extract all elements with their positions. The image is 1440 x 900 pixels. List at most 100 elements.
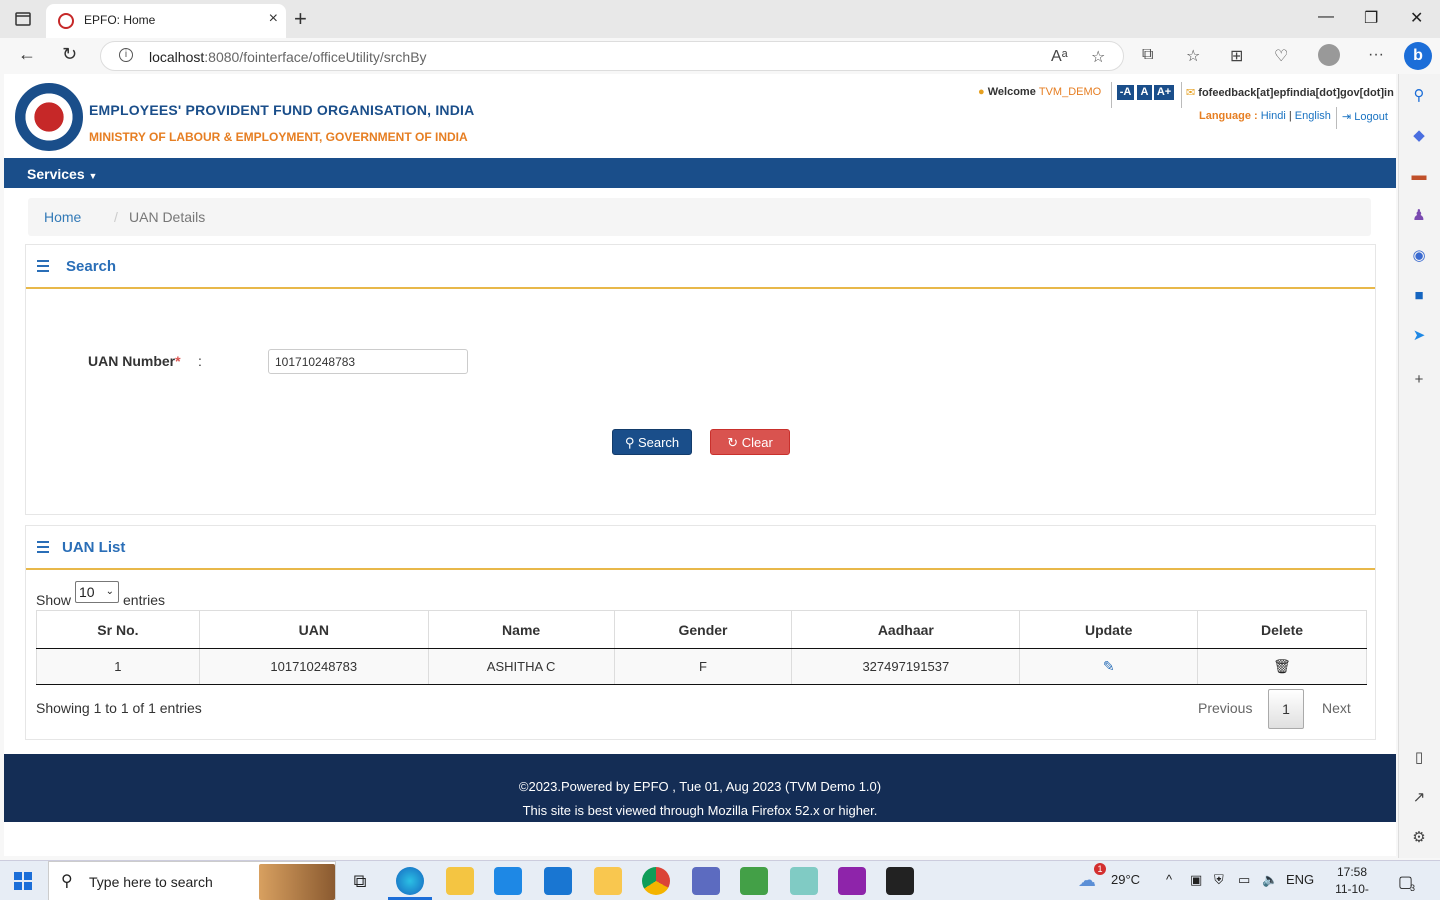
chrome-icon[interactable] [642, 867, 670, 895]
cell-delete: 🗑 [1197, 648, 1367, 685]
weather-cloud-icon[interactable]: ☁ [1078, 870, 1096, 891]
more-menu-icon[interactable]: ··· [1368, 46, 1384, 64]
hamburger-icon [37, 260, 49, 272]
refresh-icon[interactable]: ↻ [62, 44, 77, 65]
taskbar-clock[interactable]: 17:58 11-10-2023 [1322, 864, 1382, 900]
app-cube-icon[interactable] [692, 867, 720, 895]
tools-icon[interactable]: ▬ [1409, 166, 1429, 186]
pagination-next[interactable]: Next [1322, 700, 1351, 716]
settings-gear-icon[interactable]: ⚙ [1409, 828, 1429, 848]
sidebar-toggle-icon[interactable]: ▯ [1409, 748, 1429, 768]
favorite-star-icon[interactable]: ☆ [1091, 47, 1105, 67]
url-field[interactable]: i localhost:8080/fointerface/officeUtili… [100, 41, 1124, 71]
cell-update: ✎ [1019, 648, 1199, 685]
browser-essentials-icon[interactable]: ♡ [1274, 46, 1288, 66]
send-icon[interactable]: ➤ [1409, 326, 1429, 346]
lang-hindi-link[interactable]: Hindi [1261, 110, 1286, 122]
favorites-icon[interactable]: ☆ [1186, 46, 1200, 66]
col-gender[interactable]: Gender [613, 610, 793, 649]
taskbar-search[interactable]: ⚲ Type here to search [48, 861, 336, 900]
notes-app-icon[interactable] [790, 867, 818, 895]
cell-sr: 1 [36, 648, 200, 685]
browser-tab-active[interactable]: EPFO: Home × [46, 4, 286, 38]
windows-start-icon[interactable] [14, 872, 32, 890]
font-increase-button[interactable]: A+ [1154, 85, 1174, 100]
meet-icon[interactable]: ▣ [1190, 872, 1202, 888]
browser-tab-bar: EPFO: Home × + — ❐ ✕ [0, 0, 1440, 38]
services-menu[interactable]: Services ▼ [27, 166, 97, 182]
read-aloud-icon[interactable]: Aᵃ [1051, 48, 1068, 66]
col-aadhaar[interactable]: Aadhaar [791, 610, 1021, 649]
sticky-notes-icon[interactable] [594, 867, 622, 895]
winrar-icon[interactable] [838, 867, 866, 895]
breadcrumb-home-link[interactable]: Home [44, 209, 81, 225]
col-update: Update [1019, 610, 1199, 649]
logout-link[interactable]: ⇥ Logout [1342, 110, 1388, 123]
search-icon[interactable]: ⚲ [1409, 86, 1429, 106]
security-icon[interactable]: ⛨ [1214, 872, 1224, 888]
feedback-email[interactable]: ✉ fofeedback[at]epfindia[dot]gov[dot]in [1186, 86, 1394, 99]
outlook-icon[interactable]: ■ [1409, 286, 1429, 306]
lang-english-link[interactable]: English [1295, 110, 1331, 122]
pagination-page-1[interactable]: 1 [1268, 689, 1304, 729]
divider [1336, 107, 1337, 129]
profile-avatar-icon[interactable] [1318, 44, 1340, 66]
tab-title: EPFO: Home [84, 13, 156, 27]
clear-button[interactable]: ↻ Clear [710, 429, 790, 455]
tab-actions-icon[interactable] [14, 10, 32, 28]
language-indicator[interactable]: ENG [1286, 872, 1314, 887]
mail-icon[interactable] [544, 867, 572, 895]
site-info-icon[interactable]: i [119, 48, 133, 62]
trash-icon[interactable]: 🗑 [1273, 658, 1291, 674]
collections-icon[interactable]: ⊞ [1230, 46, 1243, 66]
search-highlight-image [259, 864, 335, 900]
network-icon[interactable]: ▭ [1238, 872, 1250, 888]
footer-copyright: ©2023.Powered by EPFO , Tue 01, Aug 2023… [518, 779, 882, 794]
pagination-previous[interactable]: Previous [1198, 700, 1252, 716]
search-panel-header: Search [26, 245, 1375, 289]
welcome-text: ● Welcome TVM_DEMO [978, 86, 1102, 98]
font-normal-button[interactable]: A [1137, 85, 1152, 100]
external-link-icon[interactable]: ↗ [1409, 788, 1429, 808]
col-name[interactable]: Name [427, 610, 615, 649]
file-explorer-icon[interactable] [446, 867, 474, 895]
edit-icon[interactable]: ✎ [1103, 658, 1115, 674]
media-app-icon[interactable] [740, 867, 768, 895]
volume-icon[interactable]: 🔈 [1262, 872, 1278, 888]
chevron-down-icon: ⌄ [105, 586, 114, 597]
games-icon[interactable]: ♟ [1409, 206, 1429, 226]
restore-icon[interactable]: ❐ [1364, 8, 1378, 28]
shopping-tag-icon[interactable]: ◆ [1409, 126, 1429, 146]
entries-per-page-select[interactable]: 10 ⌄ [75, 581, 119, 603]
search-panel-title: Search [66, 258, 117, 275]
task-view-icon[interactable]: ⧉ [346, 867, 374, 895]
font-decrease-button[interactable]: -A [1117, 85, 1134, 100]
back-icon[interactable]: ← [18, 44, 36, 65]
add-icon[interactable]: + [1409, 370, 1429, 390]
col-delete: Delete [1197, 610, 1367, 649]
username: TVM_DEMO [1038, 86, 1102, 98]
edge-icon[interactable] [396, 867, 424, 895]
terminal-icon[interactable] [886, 867, 914, 895]
web-page: EMPLOYEES' PROVIDENT FUND ORGANISATION, … [4, 74, 1396, 856]
col-uan[interactable]: UAN [198, 610, 429, 649]
store-icon[interactable] [494, 867, 522, 895]
logout-icon: ⇥ [1342, 111, 1352, 123]
microsoft365-icon[interactable]: ◉ [1409, 246, 1429, 266]
cell-gender: F [613, 648, 793, 685]
envelope-icon: ✉ [1186, 87, 1196, 99]
new-tab-icon[interactable]: + [294, 6, 307, 32]
tray-overflow-icon[interactable]: ^ [1166, 872, 1172, 887]
search-icon: ⚲ [61, 873, 73, 890]
tab-close-icon[interactable]: × [269, 10, 278, 28]
weather-temp[interactable]: 29°C [1111, 872, 1140, 887]
window-close-icon[interactable]: ✕ [1410, 8, 1423, 28]
col-sr-no[interactable]: Sr No. [36, 610, 200, 649]
search-button[interactable]: ⚲ Search [612, 429, 692, 455]
minimize-icon[interactable]: — [1318, 8, 1334, 26]
uan-table: Sr No. UAN Name Gender Aadhaar Update De… [36, 610, 1367, 685]
copilot-icon[interactable]: b [1404, 42, 1432, 70]
refresh-icon: ↻ [727, 435, 739, 450]
split-screen-icon[interactable]: ⧉ [1142, 46, 1153, 64]
uan-number-input[interactable] [268, 349, 468, 374]
